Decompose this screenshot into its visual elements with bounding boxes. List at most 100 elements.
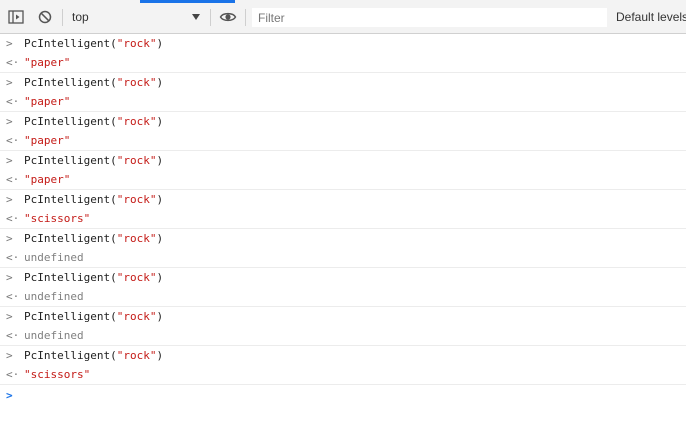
- log-levels-dropdown[interactable]: Default levels: [616, 10, 686, 24]
- sidebar-toggle-icon[interactable]: [7, 8, 25, 26]
- result-value: "scissors": [24, 212, 91, 225]
- result-value: "paper": [24, 56, 71, 69]
- console-entry: > PcIntelligent("rock") <· "paper": [0, 151, 686, 190]
- close-paren: ): [156, 310, 164, 323]
- chevron-down-icon: [192, 14, 200, 20]
- output-prompt-icon: <·: [6, 290, 20, 303]
- console-input-line[interactable]: > PcIntelligent("rock"): [0, 112, 686, 131]
- output-prompt-icon: <·: [6, 368, 20, 381]
- console-entry: > PcIntelligent("rock") <· undefined: [0, 268, 686, 307]
- function-call: PcIntelligent(: [24, 271, 117, 284]
- output-prompt-icon: <·: [6, 56, 20, 69]
- console-entry: > PcIntelligent("rock") <· "scissors": [0, 190, 686, 229]
- console-output-line: <· "paper": [0, 92, 686, 111]
- console-output-line: <· undefined: [0, 287, 686, 306]
- input-code: PcIntelligent("rock"): [24, 112, 163, 131]
- output-prompt-icon: <·: [6, 251, 20, 264]
- console-output-line: <· "paper": [0, 131, 686, 150]
- clear-console-icon[interactable]: [36, 8, 54, 26]
- string-argument: "rock": [116, 37, 157, 50]
- function-call: PcIntelligent(: [24, 76, 117, 89]
- console-input-line[interactable]: > PcIntelligent("rock"): [0, 34, 686, 53]
- close-paren: ): [156, 76, 164, 89]
- console-output-line: <· undefined: [0, 326, 686, 345]
- console-prompt[interactable]: >: [0, 385, 686, 407]
- function-call: PcIntelligent(: [24, 37, 117, 50]
- console-entry: > PcIntelligent("rock") <· "paper": [0, 34, 686, 73]
- close-paren: ): [156, 193, 164, 206]
- console-input-line[interactable]: > PcIntelligent("rock"): [0, 151, 686, 170]
- output-prompt-icon: <·: [6, 95, 20, 108]
- console-output-line: <· "paper": [0, 170, 686, 189]
- string-argument: "rock": [116, 349, 157, 362]
- console-entry: > PcIntelligent("rock") <· "paper": [0, 73, 686, 112]
- result-value: undefined: [24, 290, 84, 303]
- output-prompt-icon: <·: [6, 173, 20, 186]
- input-prompt-icon: >: [6, 37, 13, 50]
- input-prompt-icon: >: [6, 349, 13, 362]
- input-code: PcIntelligent("rock"): [24, 307, 163, 326]
- function-call: PcIntelligent(: [24, 193, 117, 206]
- output-prompt-icon: <·: [6, 134, 20, 147]
- function-call: PcIntelligent(: [24, 349, 117, 362]
- string-argument: "rock": [116, 310, 157, 323]
- string-argument: "rock": [116, 232, 157, 245]
- input-code: PcIntelligent("rock"): [24, 268, 163, 287]
- console-toolbar: top Default levels: [0, 0, 686, 34]
- function-call: PcIntelligent(: [24, 232, 117, 245]
- console-output-line: <· "scissors": [0, 365, 686, 384]
- string-argument: "rock": [116, 115, 157, 128]
- string-argument: "rock": [116, 271, 157, 284]
- input-code: PcIntelligent("rock"): [24, 346, 163, 365]
- console-output-line: <· "paper": [0, 53, 686, 72]
- console-output-line: <· "scissors": [0, 209, 686, 228]
- close-paren: ): [156, 232, 164, 245]
- console-output: > PcIntelligent("rock") <· "paper" > PcIntell…: [0, 34, 686, 407]
- close-paren: ): [156, 115, 164, 128]
- active-tab-indicator: [140, 0, 235, 3]
- console-entry: > PcIntelligent("rock") <· "scissors": [0, 346, 686, 385]
- prompt-chevron-icon: >: [6, 389, 13, 402]
- string-argument: "rock": [116, 76, 157, 89]
- input-code: PcIntelligent("rock"): [24, 151, 163, 170]
- input-prompt-icon: >: [6, 76, 13, 89]
- input-prompt-icon: >: [6, 232, 13, 245]
- console-entry: > PcIntelligent("rock") <· undefined: [0, 307, 686, 346]
- console-input-line[interactable]: > PcIntelligent("rock"): [0, 346, 686, 365]
- output-prompt-icon: <·: [6, 212, 20, 225]
- result-value: "paper": [24, 134, 71, 147]
- console-input-line[interactable]: > PcIntelligent("rock"): [0, 229, 686, 248]
- function-call: PcIntelligent(: [24, 310, 117, 323]
- console-input-line[interactable]: > PcIntelligent("rock"): [0, 268, 686, 287]
- console-entry: > PcIntelligent("rock") <· undefined: [0, 229, 686, 268]
- close-paren: ): [156, 37, 164, 50]
- console-input-line[interactable]: > PcIntelligent("rock"): [0, 73, 686, 92]
- context-selector-value: top: [72, 10, 89, 24]
- close-paren: ): [156, 271, 164, 284]
- input-prompt-icon: >: [6, 115, 13, 128]
- input-code: PcIntelligent("rock"): [24, 229, 163, 248]
- close-paren: ): [156, 154, 164, 167]
- input-prompt-icon: >: [6, 271, 13, 284]
- function-call: PcIntelligent(: [24, 115, 117, 128]
- input-prompt-icon: >: [6, 193, 13, 206]
- output-prompt-icon: <·: [6, 329, 20, 342]
- string-argument: "rock": [116, 154, 157, 167]
- context-selector[interactable]: top: [70, 7, 206, 27]
- console-output-line: <· undefined: [0, 248, 686, 267]
- eye-icon[interactable]: [219, 8, 237, 26]
- toolbar-separator: [245, 9, 246, 26]
- result-value: undefined: [24, 329, 84, 342]
- toolbar-separator: [210, 9, 211, 26]
- result-value: "scissors": [24, 368, 91, 381]
- input-prompt-icon: >: [6, 310, 13, 323]
- result-value: "paper": [24, 173, 71, 186]
- input-prompt-icon: >: [6, 154, 13, 167]
- string-argument: "rock": [116, 193, 157, 206]
- console-input-line[interactable]: > PcIntelligent("rock"): [0, 307, 686, 326]
- input-code: PcIntelligent("rock"): [24, 34, 163, 53]
- result-value: "paper": [24, 95, 71, 108]
- input-code: PcIntelligent("rock"): [24, 73, 163, 92]
- console-input-line[interactable]: > PcIntelligent("rock"): [0, 190, 686, 209]
- filter-input[interactable]: [252, 8, 607, 27]
